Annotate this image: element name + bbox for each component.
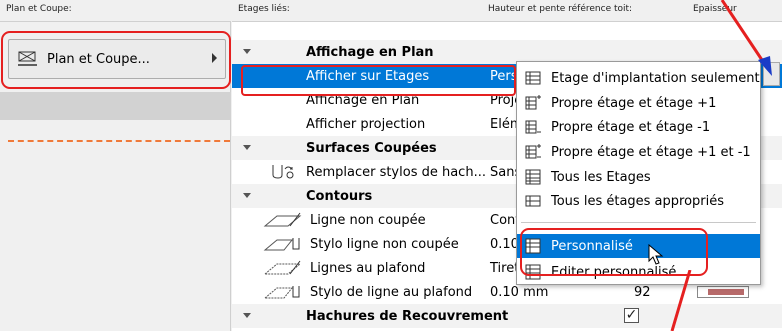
checkbox-checked[interactable]: ✓ xyxy=(624,308,639,323)
group-label: Contours xyxy=(306,188,373,204)
left-panel: Plan et Coupe: Plan et Coupe... xyxy=(0,0,231,331)
annotation-arrow-bottom xyxy=(670,270,692,331)
plan-button-label: Plan et Coupe... xyxy=(47,51,150,67)
row-value[interactable]: 0.10 mm xyxy=(490,285,548,300)
menu-item-label: Tous les Etages xyxy=(551,169,651,185)
collapse-caret-icon[interactable] xyxy=(243,49,251,54)
header-plan-coupe: Plan et Coupe: xyxy=(0,0,231,22)
row-value[interactable]: 0.10 xyxy=(490,237,519,252)
menu-item-label: Propre étage et étage +1 et -1 xyxy=(551,144,751,160)
row-label: Afficher projection xyxy=(306,116,426,132)
menu-separator xyxy=(521,222,756,223)
mouse-pointer-icon xyxy=(648,244,664,265)
ceiling-line-icon xyxy=(263,260,302,275)
group-label: Hachures de Recouvrement xyxy=(306,308,509,324)
menu-item-propre-plus1[interactable]: Propre étage et étage +1 xyxy=(517,91,760,115)
header-hauteur: Hauteur et pente référence toit: xyxy=(482,0,687,22)
menu-item-propre-moins1[interactable]: Propre étage et étage -1 xyxy=(517,115,760,139)
collapse-caret-icon[interactable] xyxy=(243,313,251,318)
row-label: Remplacer stylos de hach... xyxy=(306,164,486,180)
story-minus-one-icon xyxy=(525,120,541,134)
pen-number: 92 xyxy=(634,284,651,300)
group-label: Affichage en Plan xyxy=(306,44,434,60)
submenu-arrow-icon xyxy=(212,53,217,63)
row-label: Ligne non coupée xyxy=(310,212,426,228)
relevant-stories-icon xyxy=(525,195,541,207)
uncut-line-icon xyxy=(263,212,302,227)
annotation-outline-personnalise xyxy=(520,228,708,276)
menu-item-label: Propre étage et étage -1 xyxy=(551,119,711,135)
dashed-guide-line xyxy=(8,140,230,142)
home-story-icon xyxy=(525,71,541,85)
menu-item-propre-plus-moins1[interactable]: Propre étage et étage +1 et -1 xyxy=(517,140,760,164)
group-label: Surfaces Coupées xyxy=(306,140,437,156)
row-label: Stylo de ligne au plafond xyxy=(310,284,473,300)
annotation-arrow-top xyxy=(720,0,772,76)
menu-item-label: Tous les étages appropriés xyxy=(551,193,725,209)
row-label: Stylo ligne non coupée xyxy=(310,236,459,252)
row-label: Lignes au plafond xyxy=(310,260,426,276)
header-etages-lies: Etages liés: xyxy=(232,0,482,22)
plan-section-icon xyxy=(18,51,37,66)
uncut-line-pen-icon xyxy=(263,238,300,251)
pen-color-swatch[interactable] xyxy=(697,286,749,298)
menu-item-tous-appropries[interactable]: Tous les étages appropriés xyxy=(517,189,760,213)
story-plus-minus-icon xyxy=(525,144,541,159)
collapse-caret-icon[interactable] xyxy=(243,145,251,150)
annotation-outline-selected-row xyxy=(241,65,516,96)
replace-pen-icon xyxy=(272,165,294,179)
ceiling-line-pen-icon xyxy=(263,286,300,299)
menu-item-tous-etages[interactable]: Tous les Etages xyxy=(517,165,760,189)
menu-item-label: Propre étage et étage +1 xyxy=(551,95,717,111)
story-plus-one-icon xyxy=(525,95,541,110)
collapse-caret-icon[interactable] xyxy=(243,193,251,198)
grey-band xyxy=(0,92,231,120)
plan-et-coupe-button[interactable]: Plan et Coupe... xyxy=(8,39,226,79)
all-stories-icon xyxy=(525,169,541,185)
